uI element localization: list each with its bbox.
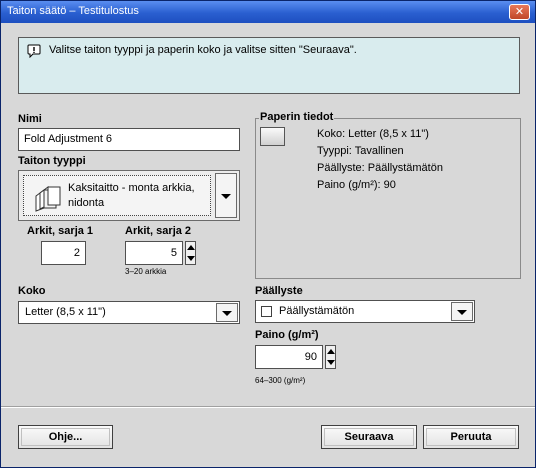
coating-dropdown-button[interactable]: [451, 302, 473, 321]
sheets-set2-input[interactable]: 5: [125, 241, 183, 265]
fold-type-label: Taiton tyyppi: [18, 155, 86, 167]
spin-up-icon[interactable]: [327, 349, 335, 354]
fold-type-selected[interactable]: Kaksitaitto - monta arkkia, nidonta: [23, 175, 211, 216]
close-button[interactable]: ✕: [509, 4, 530, 20]
name-label: Nimi: [18, 113, 42, 125]
coating-label: Päällyste: [255, 285, 303, 297]
coating-swatch-icon: [261, 306, 272, 317]
name-input-value: Fold Adjustment 6: [24, 133, 113, 145]
sheets-set2-label: Arkit, sarja 2: [125, 225, 192, 237]
chevron-down-icon: [457, 309, 467, 315]
name-input[interactable]: Fold Adjustment 6: [18, 128, 240, 151]
instruction-panel: Valitse taiton tyyppi ja paperin koko ja…: [18, 37, 520, 94]
coating-value: Päällystämätön: [279, 305, 355, 317]
spin-down-icon[interactable]: [327, 360, 335, 365]
coating-select[interactable]: Päällystämätön: [255, 300, 475, 323]
sheets-set1-input[interactable]: 2: [41, 241, 86, 265]
instruction-text: Valitse taiton tyyppi ja paperin koko ja…: [49, 44, 357, 56]
window-title: Taiton säätö – Testitulostus: [7, 5, 139, 17]
multi-sheet-fold-icon: [35, 186, 61, 212]
size-label: Koko: [18, 285, 46, 297]
paper-info-coating: Päällyste: Päällystämätön: [317, 162, 443, 174]
spin-down-icon[interactable]: [187, 256, 195, 261]
title-bar[interactable]: Taiton säätö – Testitulostus ✕: [1, 1, 535, 23]
size-dropdown-button[interactable]: [216, 303, 238, 322]
help-button[interactable]: Ohje...: [18, 425, 113, 449]
sheets-set2-range-hint: 3–20 arkkia: [125, 267, 167, 276]
weight-spinner[interactable]: [325, 345, 336, 369]
weight-label: Paino (g/m²): [255, 329, 319, 341]
fold-type-value: Kaksitaitto - monta arkkia, nidonta: [68, 182, 195, 209]
help-button-label: Ohje...: [48, 431, 83, 443]
size-value: Letter (8,5 x 11"): [25, 306, 106, 318]
cancel-button-label: Peruuta: [450, 431, 492, 443]
paper-info-size: Koko: Letter (8,5 x 11"): [317, 128, 429, 140]
paper-info-legend: Paperin tiedot: [259, 111, 335, 123]
size-select[interactable]: Letter (8,5 x 11"): [18, 301, 240, 324]
chevron-down-icon: [222, 310, 232, 316]
close-icon: ✕: [514, 5, 525, 18]
fold-type-select[interactable]: Kaksitaitto - monta arkkia, nidonta: [18, 170, 240, 221]
fold-type-dropdown-button[interactable]: [215, 173, 237, 218]
info-speech-bubble-icon: [27, 44, 41, 58]
paper-sheet-icon: [260, 127, 285, 146]
cancel-button[interactable]: Peruuta: [423, 425, 519, 449]
next-button[interactable]: Seuraava: [321, 425, 417, 449]
paper-info-weight: Paino (g/m²): 90: [317, 179, 396, 191]
weight-input[interactable]: 90: [255, 345, 323, 369]
weight-range-hint: 64–300 (g/m²): [255, 376, 306, 385]
paper-info-type: Tyyppi: Tavallinen: [317, 145, 404, 157]
next-button-label: Seuraava: [344, 431, 394, 443]
spin-up-icon[interactable]: [187, 245, 195, 250]
chevron-down-icon: [221, 193, 231, 199]
sheets-set2-spinner[interactable]: [185, 241, 196, 265]
sheets-set1-label: Arkit, sarja 1: [27, 225, 94, 237]
fold-adjustment-dialog: Taiton säätö – Testitulostus ✕ Valitse t…: [0, 0, 536, 468]
paper-info-group: [255, 118, 521, 279]
footer-separator: [1, 406, 535, 408]
